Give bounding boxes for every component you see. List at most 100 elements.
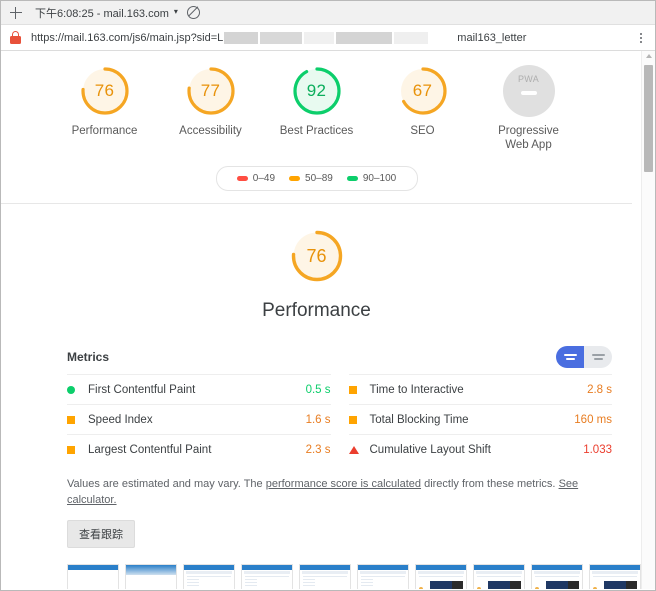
report-viewport: 76 Performance 77 Accessibility 92 Best … xyxy=(1,51,655,589)
legend-label: 90–100 xyxy=(362,173,397,184)
gauge-seo[interactable]: 67 SEO xyxy=(382,65,464,152)
redacted-block xyxy=(394,31,429,44)
toggle-expanded-button[interactable] xyxy=(556,346,584,368)
scroll-up-arrow-icon[interactable] xyxy=(646,54,652,58)
metric-row[interactable]: Total Blocking Time 160 ms xyxy=(348,404,612,434)
legend-swatch-green xyxy=(346,176,358,181)
metrics-header: Metrics xyxy=(67,328,612,374)
gauge-ring-icon: 77 xyxy=(185,65,237,117)
page-title: Performance xyxy=(262,300,371,321)
metric-status-icon xyxy=(67,415,81,424)
new-tab-icon[interactable] xyxy=(9,6,23,20)
score-gauges: 76 Performance 77 Accessibility 92 Best … xyxy=(1,65,632,152)
hero-score: 76 xyxy=(306,245,327,266)
metric-row[interactable]: Largest Contentful Paint 2.3 s xyxy=(67,434,331,464)
url-container[interactable]: https://mail.163.com/js6/main.jsp?sid=L … xyxy=(31,31,627,44)
legend-item-high: 90–100 xyxy=(346,173,397,184)
metric-row[interactable]: First Contentful Paint 0.5 s xyxy=(67,374,331,404)
chevron-down-icon[interactable]: ▾ xyxy=(174,7,178,16)
legend-swatch-orange xyxy=(289,176,301,181)
pwa-dash-icon xyxy=(520,91,537,95)
metric-value: 0.5 s xyxy=(305,383,331,396)
gauge-score: 92 xyxy=(306,81,327,100)
score-legend: 0–49 50–89 90–100 xyxy=(215,166,418,191)
address-bar[interactable]: https://mail.163.com/js6/main.jsp?sid=L … xyxy=(1,25,655,51)
metric-value: 160 ms xyxy=(574,413,612,426)
metric-status-icon xyxy=(67,445,81,454)
toggle-collapsed-button[interactable] xyxy=(584,346,612,368)
gauge-score: 76 xyxy=(94,81,115,100)
gauge-label: Performance xyxy=(71,125,138,137)
filmstrip-frame[interactable] xyxy=(299,564,351,589)
screenshot-filmstrip xyxy=(1,548,641,589)
metrics-grid: First Contentful Paint 0.5 s Time to Int… xyxy=(67,374,612,464)
block-icon[interactable] xyxy=(186,6,200,19)
filmstrip-frame[interactable] xyxy=(183,564,235,589)
filmstrip-frame[interactable] xyxy=(415,564,467,589)
browser-menu-icon[interactable] xyxy=(633,32,649,43)
browser-tabstrip: 下午6:08:25 - mail.163.com ▾ xyxy=(1,1,655,25)
redacted-block xyxy=(260,31,303,44)
gauge-label: Accessibility xyxy=(179,125,242,137)
metric-status-icon xyxy=(67,385,81,394)
vertical-scrollbar[interactable] xyxy=(641,51,655,589)
metric-name: Speed Index xyxy=(88,413,153,426)
url-suffix: mail163_letter xyxy=(457,31,527,44)
gauge-best-practices[interactable]: 92 Best Practices xyxy=(276,65,358,152)
lighthouse-report: 76 Performance 77 Accessibility 92 Best … xyxy=(1,51,641,589)
hero-gauge-icon: 76 xyxy=(289,228,345,284)
metrics-view-toggle[interactable] xyxy=(556,346,612,368)
score-gauges-section: 76 Performance 77 Accessibility 92 Best … xyxy=(1,51,632,204)
gauge-pwa[interactable]: PWA Progressive Web App xyxy=(488,65,570,152)
metric-name: Time to Interactive xyxy=(369,383,464,396)
metric-name: First Contentful Paint xyxy=(88,383,196,396)
note-text-1: Values are estimated and may vary. The xyxy=(67,478,266,490)
gauge-ring-icon: 76 xyxy=(79,65,131,117)
pwa-badge-icon: PWA xyxy=(502,65,555,117)
metric-value: 2.8 s xyxy=(587,383,612,396)
gauge-performance[interactable]: 76 Performance xyxy=(64,65,146,152)
filmstrip-frame[interactable] xyxy=(241,564,293,589)
filmstrip-frame[interactable] xyxy=(473,564,525,589)
gauge-ring-icon: 67 xyxy=(397,65,449,117)
lock-icon[interactable] xyxy=(10,31,21,44)
legend-label: 0–49 xyxy=(252,173,276,184)
legend-swatch-red xyxy=(236,176,248,181)
legend-item-low: 0–49 xyxy=(236,173,276,184)
pwa-score: PWA xyxy=(517,74,540,84)
filmstrip-frame[interactable] xyxy=(531,564,583,589)
gauge-label: Best Practices xyxy=(279,125,354,137)
legend-item-medium: 50–89 xyxy=(289,173,333,184)
view-trace-button[interactable]: 查看跟踪 xyxy=(67,520,135,548)
filmstrip-frame[interactable] xyxy=(589,564,641,589)
redacted-block xyxy=(304,31,335,44)
metrics-note: Values are estimated and may vary. The p… xyxy=(1,464,632,508)
metric-row[interactable]: Cumulative Layout Shift 1.033 xyxy=(348,434,612,464)
metric-name: Cumulative Layout Shift xyxy=(369,443,491,456)
gauge-label: SEO xyxy=(410,125,435,137)
metric-status-icon xyxy=(348,445,363,454)
url-text: https://mail.163.com/js6/main.jsp?sid=L xyxy=(31,31,224,44)
metric-name: Largest Contentful Paint xyxy=(88,443,212,456)
gauge-label: Progressive Web App xyxy=(498,125,559,151)
filmstrip-frame[interactable] xyxy=(67,564,119,589)
metric-name: Total Blocking Time xyxy=(369,413,469,426)
metric-value: 2.3 s xyxy=(305,443,331,456)
metric-row[interactable]: Speed Index 1.6 s xyxy=(67,404,331,434)
metric-status-icon xyxy=(348,415,363,424)
metric-value: 1.6 s xyxy=(305,413,331,426)
gauge-accessibility[interactable]: 77 Accessibility xyxy=(170,65,252,152)
scrollbar-thumb[interactable] xyxy=(644,65,653,172)
metrics-section: Metrics First Contentful Paint 0.5 s Tim… xyxy=(1,328,632,464)
metric-value: 1.033 xyxy=(583,443,612,456)
gauge-score: 67 xyxy=(412,81,433,100)
gauge-score: 77 xyxy=(200,81,221,100)
tab-title[interactable]: 下午6:08:25 - mail.163.com xyxy=(35,5,169,21)
performance-score-link[interactable]: performance score is calculated xyxy=(266,478,421,490)
filmstrip-frame[interactable] xyxy=(357,564,409,589)
metric-row[interactable]: Time to Interactive 2.8 s xyxy=(348,374,612,404)
redacted-block xyxy=(224,31,259,44)
gauge-ring-icon: 92 xyxy=(291,65,343,117)
metric-status-icon xyxy=(348,385,363,394)
filmstrip-frame[interactable] xyxy=(125,564,177,589)
